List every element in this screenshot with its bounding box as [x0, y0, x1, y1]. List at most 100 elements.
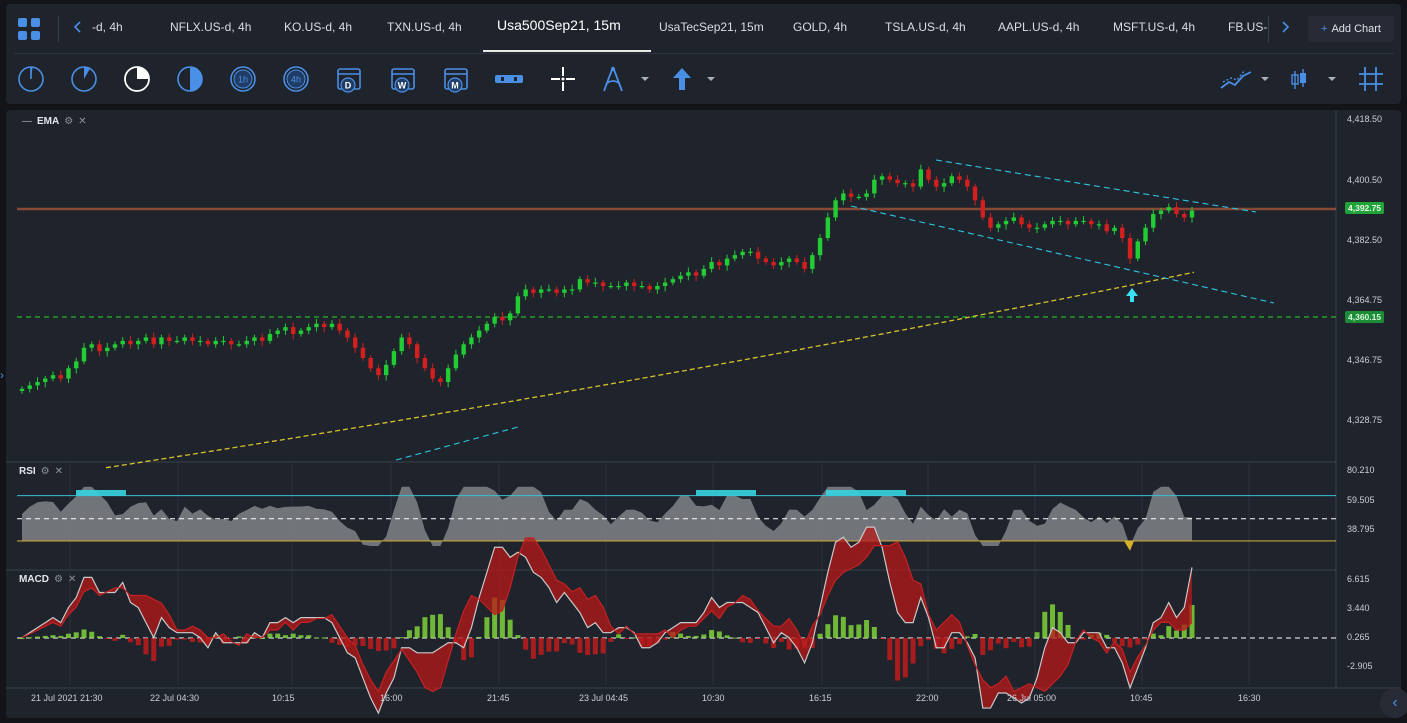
chart-type-icon[interactable] — [1219, 64, 1277, 94]
candle-body — [306, 327, 311, 331]
indicator-icon[interactable] — [1288, 64, 1346, 94]
candle-body — [608, 286, 614, 288]
drawing-tools-icon[interactable] — [599, 64, 651, 94]
calendar-day-icon[interactable]: D — [334, 64, 364, 94]
candle-body — [507, 313, 513, 321]
chevron-right-icon[interactable] — [1279, 21, 1291, 33]
macd-histogram-bar — [96, 636, 102, 639]
tab-6[interactable]: GOLD, 4h — [793, 20, 847, 34]
time-tick: 10:30 — [702, 693, 725, 703]
grid-icon[interactable] — [1356, 64, 1386, 94]
timeframe-4h-icon[interactable]: 4h — [281, 64, 311, 94]
tab-10[interactable]: FB.US- — [1228, 20, 1267, 34]
crosshair-icon[interactable] — [548, 64, 578, 94]
candle-body — [43, 378, 48, 382]
add-chart-button[interactable]: + Add Chart — [1308, 16, 1394, 42]
macd-histogram-bar — [980, 638, 986, 655]
macd-histogram-bar — [864, 620, 870, 639]
candle-body — [1073, 220, 1078, 225]
candle-body — [1127, 238, 1133, 259]
chart-panel[interactable]: — EMA ⚙ ✕ RSI ⚙ ✕ MACD ⚙ ✕ 4,418.50 4,40… — [6, 110, 1401, 718]
candle-body — [1166, 207, 1171, 211]
macd-histogram-bar — [1011, 638, 1017, 642]
settings-icon[interactable]: ⚙ — [64, 116, 73, 127]
candle-body — [414, 344, 420, 358]
tab-3[interactable]: TXN.US-d, 4h — [387, 20, 462, 34]
chart-canvas[interactable] — [6, 110, 1401, 718]
candle-body — [864, 193, 869, 197]
trading-app: -d, 4h NFLX.US-d, 4h KO.US-d, 4h TXN.US-… — [0, 0, 1407, 723]
candle-body — [701, 268, 707, 276]
timeframe-15m-icon[interactable] — [122, 64, 152, 94]
macd-histogram-bar — [825, 624, 831, 639]
close-icon[interactable]: ✕ — [68, 574, 76, 585]
macd-histogram-bar — [856, 624, 862, 639]
time-tick: 10:45 — [1130, 693, 1153, 703]
tab-2[interactable]: KO.US-d, 4h — [284, 20, 352, 34]
macd-histogram-bar — [360, 638, 366, 647]
candle-body — [817, 238, 823, 256]
timeframe-5m-icon[interactable] — [69, 64, 99, 94]
collapse-panel-icon[interactable]: ‹ — [1380, 688, 1407, 718]
candle-body — [577, 279, 583, 290]
macd-histogram-bar — [406, 630, 412, 639]
candle-body — [709, 262, 714, 269]
settings-icon[interactable]: ⚙ — [54, 574, 63, 585]
tab-1[interactable]: NFLX.US-d, 4h — [170, 20, 251, 34]
macd-histogram-bar — [926, 638, 932, 640]
macd-histogram-bar — [1026, 638, 1032, 647]
macd-histogram-bar — [81, 629, 87, 639]
candle-body — [678, 275, 683, 280]
time-tick: 23 Jul 04:45 — [579, 693, 629, 703]
rsi-pane-label: RSI ⚙ ✕ — [19, 466, 63, 477]
tab-0[interactable]: -d, 4h — [92, 20, 123, 34]
collapse-icon[interactable]: — — [22, 116, 32, 127]
candle-body — [143, 337, 149, 341]
candle-body — [213, 340, 218, 345]
settings-icon[interactable]: ⚙ — [41, 466, 50, 477]
calendar-week-icon[interactable]: W — [388, 64, 418, 94]
calendar-month-icon[interactable]: M — [441, 64, 471, 94]
macd-histogram-bar — [910, 638, 916, 664]
candle-body — [538, 289, 544, 293]
side-expand-icon[interactable]: › — [0, 368, 4, 382]
chevron-left-icon[interactable] — [72, 21, 84, 33]
timeframe-1h-icon[interactable]: 1h — [228, 64, 258, 94]
candle-body — [391, 351, 397, 365]
ruler-icon[interactable] — [494, 64, 524, 94]
tab-9[interactable]: MSFT.US-d, 4h — [1113, 20, 1195, 34]
candle-body — [58, 375, 63, 379]
tab-8[interactable]: AAPL.US-d, 4h — [998, 20, 1079, 34]
macd-histogram-bar — [1034, 632, 1040, 639]
macd-histogram-bar — [685, 635, 691, 639]
level-price-tag: 4,360.15 — [1345, 311, 1385, 323]
candle-body — [476, 330, 482, 338]
candle-body — [66, 368, 71, 379]
candle-body — [546, 289, 552, 291]
layout-grid-icon[interactable] — [18, 18, 40, 40]
tab-5[interactable]: UsaTecSep21, 15m — [659, 20, 764, 34]
macd-histogram-bar — [988, 638, 994, 651]
candle-body — [469, 337, 474, 345]
macd-histogram-bar — [414, 626, 420, 639]
tab-active[interactable]: Usa500Sep21, 15m — [497, 17, 621, 33]
trendline-old — [395, 426, 519, 461]
close-icon[interactable]: ✕ — [78, 116, 86, 127]
close-icon[interactable]: ✕ — [55, 466, 63, 477]
macd-histogram-bar — [740, 638, 746, 643]
rsi-oversold-fill — [1124, 540, 1134, 551]
macd-histogram-bar — [65, 633, 71, 639]
candle-body — [848, 193, 854, 197]
time-tick: 16:15 — [809, 693, 832, 703]
macd-histogram-bar — [143, 638, 149, 655]
timeframe-1m-icon[interactable] — [16, 64, 46, 94]
macd-histogram-bar — [678, 633, 684, 639]
candle-body — [996, 224, 1001, 228]
candle-body — [562, 289, 567, 293]
candle-body — [337, 323, 342, 331]
timeframe-30m-icon[interactable] — [175, 64, 205, 94]
arrow-up-icon[interactable] — [669, 64, 721, 94]
macd-histogram-bar — [50, 635, 56, 639]
tab-7[interactable]: TSLA.US-d, 4h — [885, 20, 966, 34]
macd-histogram-bar — [569, 638, 575, 645]
